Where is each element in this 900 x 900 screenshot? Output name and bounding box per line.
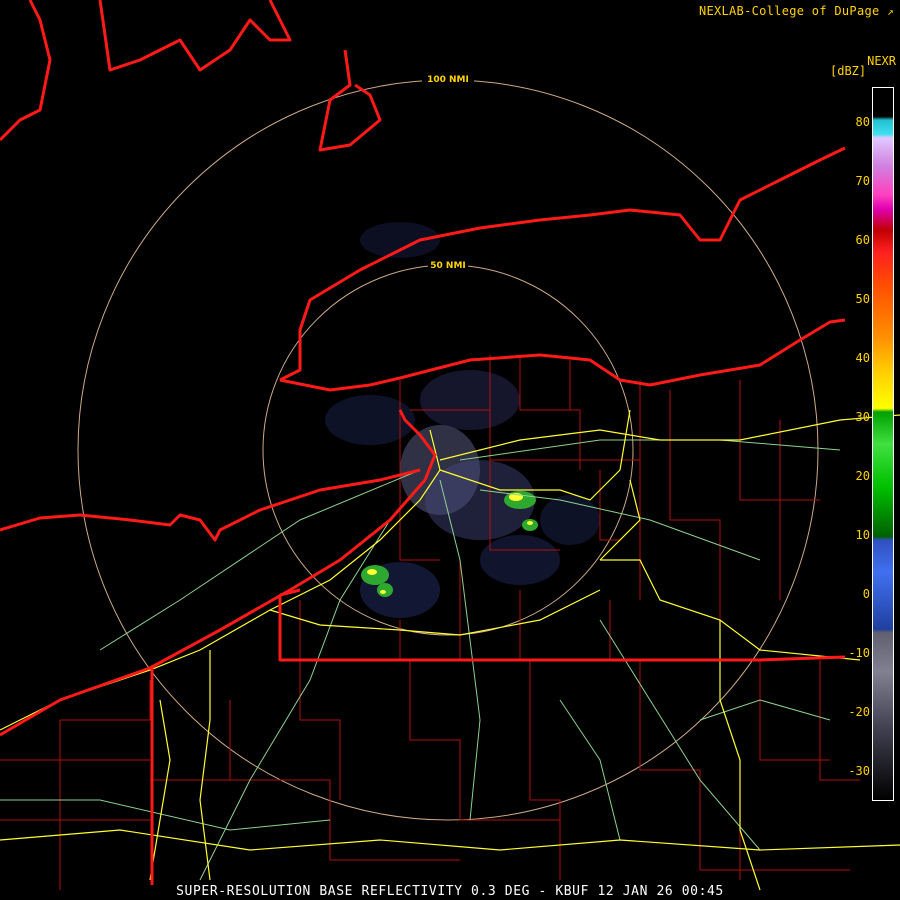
legend-tick: 40 xyxy=(855,351,870,365)
product-caption: SUPER-RESOLUTION BASE REFLECTIVITY 0.3 D… xyxy=(176,884,724,899)
external-link-icon[interactable]: ↗ xyxy=(887,5,894,18)
legend-tick: 20 xyxy=(855,469,870,483)
radar-map: 100 NMI 50 NMI xyxy=(0,0,900,891)
legend-tick: 50 xyxy=(855,292,870,306)
legend-tick: 80 xyxy=(855,115,870,129)
ring-label-50nmi: 50 NMI xyxy=(430,261,466,271)
legend-tick: -10 xyxy=(848,646,870,660)
legend-tick: -30 xyxy=(848,764,870,778)
color-scale-bar xyxy=(872,87,894,801)
legend-tick: -20 xyxy=(848,705,870,719)
credit-label: NEXLAB-College of DuPage ↗ xyxy=(699,4,894,18)
legend-tick: 30 xyxy=(855,410,870,424)
legend-unit: [dBZ] xyxy=(830,64,867,78)
legend-tick: 0 xyxy=(862,587,870,601)
legend-tick: 70 xyxy=(855,174,870,188)
legend-tick: 10 xyxy=(855,528,870,542)
ring-label-100nmi: 100 NMI xyxy=(427,75,469,85)
radar-display: 100 NMI 50 NMI NEXLAB-College of DuPage … xyxy=(0,0,900,900)
legend-title: NEXR xyxy=(867,54,896,68)
legend-tick: 60 xyxy=(855,233,870,247)
credit-text: NEXLAB-College of DuPage xyxy=(698,4,880,18)
